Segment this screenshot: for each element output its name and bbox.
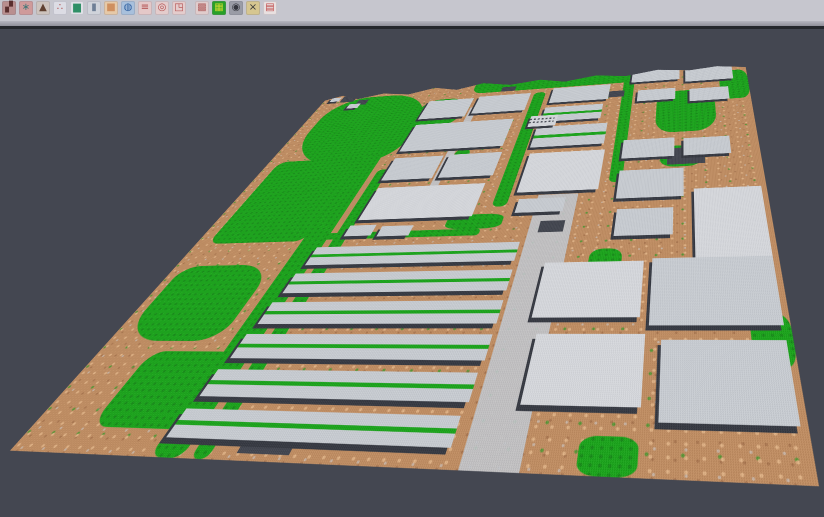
building-roof (520, 334, 645, 408)
building-roof (549, 84, 611, 103)
no-data-hole (608, 90, 624, 97)
building-roof (621, 137, 674, 158)
ruler-icon[interactable]: ▮ (87, 1, 101, 15)
app-window: ▞∗▲∴▆▮■◍≡◎◳ ▩▦◉×▤ (0, 0, 824, 517)
snapshot-icon[interactable]: ◉ (229, 1, 243, 15)
no-data-hole (501, 86, 517, 91)
warehouse-roof (230, 334, 493, 361)
terrain-icon[interactable]: ▲ (36, 1, 50, 15)
building-roof (471, 93, 531, 114)
checker-square-icon[interactable]: ▩ (195, 1, 209, 15)
building-roof (515, 197, 566, 213)
globe-icon[interactable]: ◍ (121, 1, 135, 15)
delete-icon[interactable]: × (246, 1, 260, 15)
warehouse-roof (282, 269, 512, 293)
building-roof (532, 261, 644, 318)
point-pair-align-icon[interactable]: ∗ (19, 1, 33, 15)
warehouse-roof (530, 123, 608, 148)
building-roof (616, 168, 684, 199)
point-cloud-ground-plane (10, 63, 819, 486)
3d-viewport[interactable] (0, 29, 824, 517)
building-roof (689, 86, 729, 101)
plane-fit-icon[interactable]: ■ (104, 1, 118, 15)
classification-raster-icon[interactable]: ▦ (212, 1, 226, 15)
target-circle-icon[interactable]: ◎ (155, 1, 169, 15)
building-roof (658, 340, 800, 427)
building-roof (517, 149, 605, 192)
warehouse-roof (258, 300, 504, 324)
mesh-icon[interactable]: ▞ (2, 1, 16, 15)
building-roof (358, 183, 485, 220)
building-roof (649, 256, 784, 326)
selection-box-icon[interactable]: ◳ (172, 1, 186, 15)
log-stripes-icon[interactable]: ▤ (263, 1, 277, 15)
canopy-icon[interactable]: ▆ (70, 1, 84, 15)
building-roof (614, 207, 674, 236)
no-data-hole (538, 220, 566, 232)
layers-icon[interactable]: ≡ (138, 1, 152, 15)
building-roof (683, 136, 731, 156)
vegetation-patch (575, 435, 639, 478)
main-toolbar: ▞∗▲∴▆▮■◍≡◎◳ ▩▦◉×▤ (0, 0, 824, 21)
building-roof (527, 115, 558, 127)
building-roof (631, 68, 679, 82)
building-roof (376, 225, 413, 236)
sparse-points-icon[interactable]: ∴ (53, 1, 67, 15)
